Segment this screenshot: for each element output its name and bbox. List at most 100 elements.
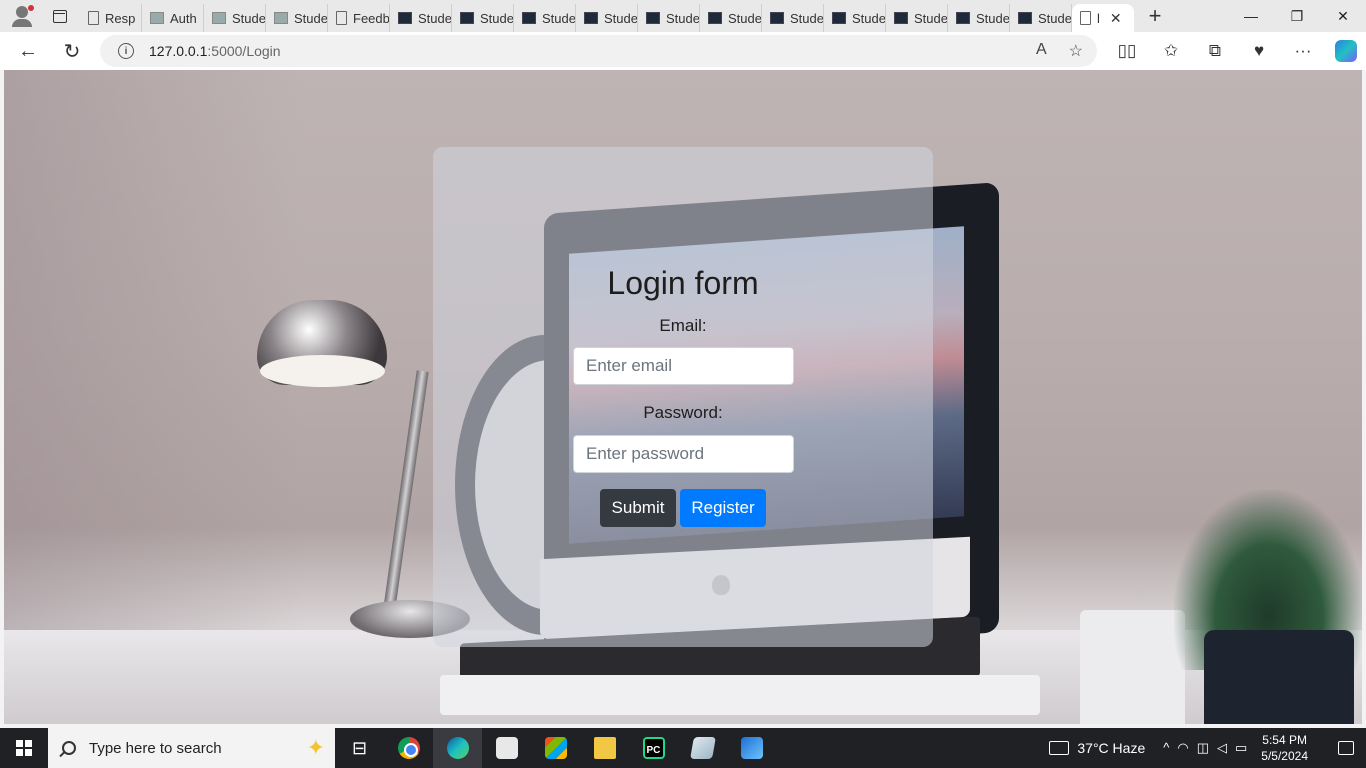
taskbar-search-input[interactable]: Type here to search ✦	[48, 728, 335, 768]
tab-list: Resp Auth Stude Stude Feedb Stude Stude …	[80, 0, 1134, 32]
file-explorer-icon[interactable]	[580, 728, 629, 768]
meet-icon[interactable]: ◫	[1197, 740, 1209, 756]
terminal-icon	[584, 12, 598, 24]
tab-label: Stude	[976, 10, 1010, 26]
browser-tab[interactable]: Stude	[638, 4, 700, 32]
url-path: :5000/Login	[207, 43, 281, 59]
clock-date: 5/5/2024	[1261, 749, 1308, 763]
battery-icon[interactable]: ▭	[1235, 740, 1247, 756]
register-button[interactable]: Register	[680, 489, 766, 527]
tab-label: Stude	[542, 10, 576, 26]
email-field[interactable]	[573, 347, 794, 385]
browser-tab[interactable]: Stude	[700, 4, 762, 32]
browser-tab[interactable]: Stude	[266, 4, 328, 32]
background-mug	[1080, 610, 1185, 724]
password-label: Password:	[643, 403, 723, 422]
image-icon	[274, 12, 288, 24]
url-text: 127.0.0.1:5000/Login	[149, 43, 281, 59]
tab-label: Stude	[914, 10, 948, 26]
browser-tab[interactable]: Stude	[1010, 4, 1072, 32]
copilot-icon[interactable]	[1335, 40, 1357, 62]
background-lamp-arm	[383, 370, 429, 610]
terminal-icon	[770, 12, 784, 24]
background-lamp-shade	[260, 355, 385, 387]
browser-tab[interactable]: Stude	[824, 4, 886, 32]
terminal-icon	[708, 12, 722, 24]
browser-tab[interactable]: Feedb	[328, 4, 390, 32]
refresh-button[interactable]: ↻	[50, 32, 94, 70]
task-view-icon[interactable]: ⊟	[335, 728, 384, 768]
tab-label: Stude	[666, 10, 700, 26]
tray-chevron-icon[interactable]: ^	[1163, 740, 1169, 756]
url-input[interactable]: i 127.0.0.1:5000/Login A ☆	[100, 35, 1097, 67]
windows-start-icon[interactable]	[0, 728, 48, 768]
favorites-icon[interactable]: ✩	[1149, 41, 1193, 61]
pycharm-app-icon[interactable]: PC	[629, 728, 678, 768]
browser-tab[interactable]: Stude	[948, 4, 1010, 32]
new-tab-button[interactable]: +	[1134, 2, 1176, 30]
weather-icon	[1049, 741, 1070, 755]
close-tab-icon[interactable]: ✕	[1110, 10, 1122, 27]
tab-label: Stude	[294, 10, 328, 26]
more-menu-icon[interactable]: ···	[1281, 41, 1325, 61]
back-button[interactable]: ←	[6, 32, 50, 70]
terminal-icon	[832, 12, 846, 24]
tab-actions-icon[interactable]	[40, 0, 80, 32]
taskbar: Type here to search ✦ ⊟ PC 37°C Haze ^ ◠…	[0, 728, 1366, 768]
collections-icon[interactable]: ⧉	[1193, 41, 1237, 61]
notes-app-icon[interactable]	[678, 728, 727, 768]
sparkle-icon: ✦	[306, 735, 325, 760]
restore-button[interactable]: ❐	[1274, 0, 1320, 32]
browser-tab[interactable]: Stude	[514, 4, 576, 32]
terminal-icon	[398, 12, 412, 24]
submit-button[interactable]: Submit	[600, 489, 676, 527]
login-card	[433, 147, 933, 647]
image-icon	[150, 12, 164, 24]
profile-icon[interactable]	[0, 0, 40, 32]
tab-label: Stude	[418, 10, 452, 26]
volume-icon[interactable]: ◁	[1217, 740, 1227, 756]
tab-label: Stude	[728, 10, 762, 26]
browser-tab[interactable]: Stude	[762, 4, 824, 32]
terminal-icon	[460, 12, 474, 24]
tab-label: Feedb	[353, 10, 390, 26]
performance-icon[interactable]: ♥	[1237, 41, 1281, 61]
login-title: Login form	[607, 265, 759, 301]
tab-label: Stude	[852, 10, 886, 26]
browser-tab[interactable]: Stude	[204, 4, 266, 32]
weather-widget[interactable]: 37°C Haze	[1049, 740, 1145, 756]
browser-toolbar: ▯▯ ✩ ⧉ ♥ ···	[1105, 32, 1357, 70]
store-app-icon[interactable]	[531, 728, 580, 768]
browser-tab[interactable]: Stude	[452, 4, 514, 32]
chrome-app-icon[interactable]	[384, 728, 433, 768]
terminal-icon	[1018, 12, 1032, 24]
mail-app-icon[interactable]	[482, 728, 531, 768]
taskbar-clock[interactable]: 5:54 PM 5/5/2024	[1261, 732, 1308, 764]
terminal-icon	[894, 12, 908, 24]
site-info-icon[interactable]: i	[118, 43, 134, 59]
search-placeholder: Type here to search	[89, 739, 222, 757]
browser-tab[interactable]: Stude	[576, 4, 638, 32]
doc-icon	[88, 11, 99, 25]
doc-icon	[336, 11, 347, 25]
browser-tab-strip: Resp Auth Stude Stude Feedb Stude Stude …	[0, 0, 1366, 32]
tab-label: l	[1097, 10, 1100, 26]
edge-app-icon[interactable]	[433, 728, 482, 768]
split-screen-icon[interactable]: ▯▯	[1105, 41, 1149, 61]
photos-app-icon[interactable]	[727, 728, 776, 768]
favorite-star-icon[interactable]: ☆	[1069, 41, 1083, 61]
browser-tab[interactable]: Resp	[80, 4, 142, 32]
minimize-button[interactable]: —	[1228, 0, 1274, 32]
close-window-button[interactable]: ✕	[1320, 0, 1366, 32]
active-browser-tab[interactable]: l ✕	[1072, 4, 1134, 32]
browser-tab[interactable]: Stude	[390, 4, 452, 32]
address-bar-row: ← ↻ i 127.0.0.1:5000/Login A ☆ ▯▯ ✩ ⧉ ♥ …	[0, 32, 1366, 70]
browser-tab[interactable]: Stude	[886, 4, 948, 32]
notification-icon[interactable]	[1326, 728, 1366, 768]
url-host: 127.0.0.1	[149, 43, 208, 59]
browser-tab[interactable]: Auth	[142, 4, 204, 32]
doc-icon	[1080, 11, 1091, 25]
password-field[interactable]	[573, 435, 794, 473]
read-aloud-icon[interactable]: A	[1036, 41, 1047, 61]
network-icon[interactable]: ◠	[1177, 740, 1188, 756]
